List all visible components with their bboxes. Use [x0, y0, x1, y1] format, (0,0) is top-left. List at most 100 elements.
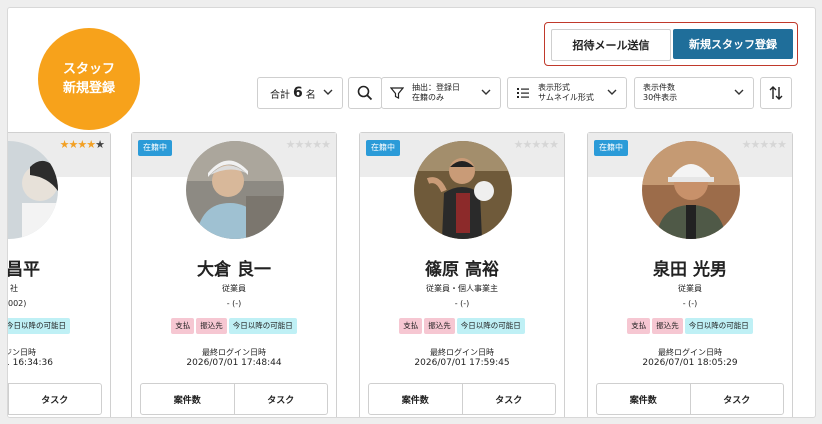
tag-payment: 支払	[171, 318, 195, 334]
tag-available: 今日以降の可能日	[228, 318, 297, 334]
tag-list: 支払 振込先 今日以降の可能日	[132, 318, 336, 334]
task-button[interactable]: タスク	[461, 384, 556, 414]
total-count: 6	[293, 85, 303, 101]
tag-payment: 支払	[627, 318, 651, 334]
star-icon: ★	[303, 138, 313, 151]
star-icon: ★	[321, 138, 331, 151]
page-size-select[interactable]: 表示件数 30件表示	[634, 77, 754, 109]
tag-available: 今日以降の可能日	[8, 318, 70, 334]
avatar	[414, 141, 512, 239]
task-button[interactable]: タスク	[8, 384, 101, 414]
star-icon: ★	[768, 138, 778, 151]
last-login-label: 最終ログイン日時	[202, 348, 266, 357]
display-format-select[interactable]: 表示形式 サムネイル形式	[507, 77, 627, 109]
last-login-label: ジン日時	[7, 348, 36, 357]
total-unit: 名	[305, 89, 316, 101]
projects-button[interactable]: 案件数	[141, 384, 234, 414]
staff-role: 従業員	[222, 284, 246, 293]
card-footer: 案件数 タスク	[140, 383, 328, 415]
projects-button[interactable]: 案件数	[597, 384, 690, 414]
rating-stars: ★★★★★	[286, 138, 331, 151]
staff-name: 篠原 高裕	[425, 260, 499, 280]
total-count-select[interactable]: 合計 6 名	[257, 77, 343, 109]
chevron-down-icon	[323, 89, 333, 95]
task-button[interactable]: タスク	[689, 384, 784, 414]
filter-icon	[390, 87, 404, 99]
staff-card[interactable]: ★★★★★ 昌平 社 002) 今日以降の可能日 ジン日時 1 16:34:36…	[7, 132, 111, 417]
star-icon: ★	[513, 138, 524, 151]
staff-role: 従業員・個人事業主	[426, 284, 498, 293]
last-login-time: 2026/07/01 18:05:29	[642, 358, 738, 368]
star-icon: ★	[59, 138, 70, 151]
card-footer: 案件数 タスク	[596, 383, 784, 415]
tag-bank: 振込先	[196, 318, 227, 334]
rating-stars: ★★★★★	[59, 138, 105, 151]
staff-register-badge[interactable]: スタッフ 新規登録	[38, 28, 140, 130]
staff-id: 002)	[8, 299, 27, 308]
filter-line-1: 抽出：登録日	[412, 83, 460, 92]
star-icon: ★	[77, 138, 87, 151]
staff-id: - (-)	[454, 299, 470, 308]
tag-list: 支払 振込先 今日以降の可能日	[360, 318, 564, 334]
chevron-down-icon	[734, 89, 744, 95]
total-prefix: 合計	[270, 89, 290, 101]
register-staff-button[interactable]: 新規スタッフ登録	[673, 29, 793, 59]
search-button[interactable]	[348, 77, 382, 109]
projects-button[interactable]: 案件数	[369, 384, 462, 414]
tag-bank: 振込先	[652, 318, 683, 334]
star-icon: ★	[531, 138, 541, 151]
sort-icon	[769, 86, 783, 100]
filter-select[interactable]: 抽出：登録日 在籍のみ	[381, 77, 501, 109]
last-login-time: 2026/07/01 17:48:44	[186, 358, 282, 368]
invite-email-button[interactable]: 招待メール送信	[551, 29, 671, 61]
display-line-1: 表示形式	[538, 83, 570, 92]
staff-list-panel: スタッフ 新規登録 招待メール送信 新規スタッフ登録 合計 6 名 抽出：登録日…	[7, 7, 816, 418]
card-footer: タスク	[8, 383, 102, 415]
staff-name: 泉田 光男	[653, 260, 727, 280]
star-icon: ★	[741, 138, 752, 151]
badge-line-1: スタッフ	[62, 62, 115, 77]
tag-list: 支払 振込先 今日以降の可能日	[588, 318, 792, 334]
last-login-time: 1 16:34:36	[7, 358, 54, 368]
list-icon	[517, 88, 529, 98]
chevron-down-icon	[607, 89, 617, 95]
star-icon: ★	[95, 138, 105, 151]
star-icon: ★	[86, 138, 96, 151]
staff-card[interactable]: 在籍中 ★★★★★ 泉田 光男 従業員 - (-) 支払 振込先 今日以降の可能…	[587, 132, 793, 417]
chevron-down-icon	[481, 89, 491, 95]
tag-bank: 振込先	[424, 318, 455, 334]
staff-role: 従業員	[678, 284, 702, 293]
staff-name: 昌平	[7, 260, 40, 280]
staff-card[interactable]: 在籍中 ★★★★★ 篠原 高裕 従業員・個人事業主 - (-) 支払 振込先 今…	[359, 132, 565, 417]
top-action-group: 招待メール送信 新規スタッフ登録	[544, 22, 798, 66]
star-icon: ★	[540, 138, 550, 151]
sort-button[interactable]	[760, 77, 792, 109]
card-footer: 案件数 タスク	[368, 383, 556, 415]
staff-card[interactable]: 在籍中 ★★★★★ 大倉 良一 従業員 - (-) 支払 振込先 今日以降の可能…	[131, 132, 337, 417]
staff-role: 社	[10, 284, 18, 293]
star-icon: ★	[777, 138, 787, 151]
task-button[interactable]: タスク	[233, 384, 328, 414]
avatar	[642, 141, 740, 239]
staff-name: 大倉 良一	[197, 260, 271, 280]
rating-stars: ★★★★★	[741, 138, 787, 151]
search-icon	[357, 85, 373, 101]
rating-stars: ★★★★★	[513, 138, 559, 151]
star-icon: ★	[759, 138, 769, 151]
avatar	[186, 141, 284, 239]
status-badge: 在籍中	[138, 140, 172, 156]
staff-id: - (-)	[226, 299, 242, 308]
status-badge: 在籍中	[594, 140, 628, 156]
star-icon: ★	[312, 138, 322, 151]
last-login-label: 最終ログイン日時	[658, 348, 722, 357]
count-line-2: 30件表示	[643, 93, 678, 102]
tag-available: 今日以降の可能日	[684, 318, 753, 334]
tag-available: 今日以降の可能日	[456, 318, 525, 334]
star-icon: ★	[549, 138, 559, 151]
filter-line-2: 在籍のみ	[412, 93, 444, 102]
staff-id: - (-)	[682, 299, 698, 308]
display-line-2: サムネイル形式	[538, 93, 594, 102]
count-line-1: 表示件数	[643, 83, 675, 92]
tag-list: 今日以降の可能日	[8, 318, 110, 334]
status-badge: 在籍中	[366, 140, 400, 156]
